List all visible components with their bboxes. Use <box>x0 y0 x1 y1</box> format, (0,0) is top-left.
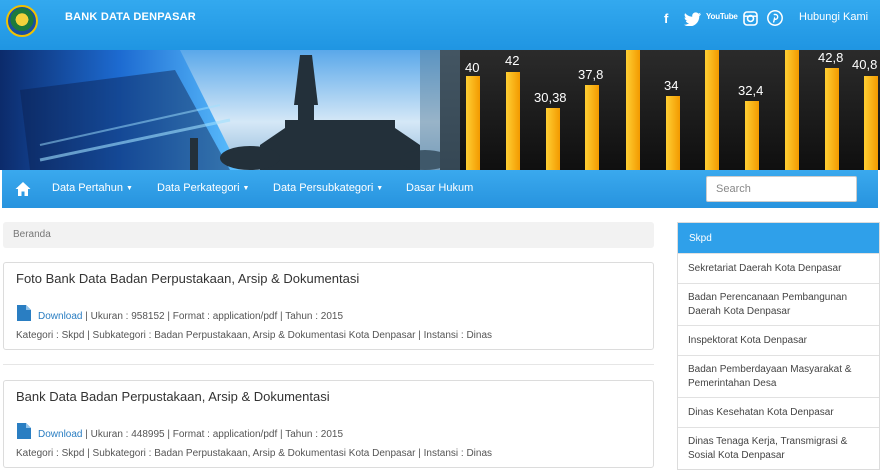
banner-bar <box>546 108 560 170</box>
download-link[interactable]: Download <box>38 311 82 322</box>
banner-bar <box>705 50 719 170</box>
banner-bar-label: 42 <box>505 53 519 68</box>
facebook-icon[interactable]: f <box>664 10 668 28</box>
banner-bar <box>825 68 839 170</box>
site-title[interactable]: BANK DATA DENPASAR <box>65 11 196 23</box>
banner-bar-label: 34 <box>664 78 678 93</box>
document-info: | Ukuran : 448995 | Format : application… <box>82 429 344 440</box>
nav-label: Data Pertahun <box>52 182 123 194</box>
breadcrumb[interactable]: Beranda <box>3 222 654 248</box>
document-category: Kategori : Skpd | Subkategori : Badan Pe… <box>16 448 493 459</box>
sidebar-item[interactable]: Inspektorat Kota Denpasar <box>678 325 879 355</box>
banner-bar <box>864 76 878 170</box>
nav-data-pertahun[interactable]: Data Pertahun ▼ <box>52 182 133 194</box>
caret-down-icon: ▼ <box>125 185 133 192</box>
download-link[interactable]: Download <box>38 429 82 440</box>
document-category: Kategori : Skpd | Subkategori : Badan Pe… <box>16 330 493 341</box>
nav-label: Data Perkategori <box>157 182 240 194</box>
main-navbar: Data Pertahun ▼ Data Perkategori ▼ Data Pe… <box>2 170 878 208</box>
document-card: Foto Bank Data Badan Perpustakaan, Arsip… <box>3 262 654 350</box>
document-meta: Download | Ukuran : 958152 | Format : ap… <box>38 311 343 322</box>
nav-data-persubkategori[interactable]: Data Persubkategori ▼ <box>273 182 383 194</box>
file-icon <box>17 305 31 321</box>
search-input[interactable] <box>706 176 857 202</box>
banner-illustration: 40 42 30,38 37,8 34 32,4 42,8 40,8 <box>0 50 880 170</box>
banner-bar-label: 32,4 <box>738 83 763 98</box>
sidebar-item[interactable]: Badan Pemberdayaan Masyarakat & Pemerint… <box>678 355 879 397</box>
contact-link[interactable]: Hubungi Kami <box>799 11 868 23</box>
banner-bar <box>585 85 599 170</box>
document-meta: Download | Ukuran : 448995 | Format : ap… <box>38 429 343 440</box>
caret-down-icon: ▼ <box>376 185 384 192</box>
sidebar-item[interactable]: Badan Perencanaan Pembangunan Daerah Kot… <box>678 283 879 325</box>
caret-down-icon: ▼ <box>242 185 250 192</box>
sidebar-item[interactable]: Sekretariat Daerah Kota Denpasar <box>678 253 879 283</box>
sidebar-item[interactable]: Dinas Tenaga Kerja, Transmigrasi & Sosia… <box>678 427 879 469</box>
sidebar-heading: Skpd <box>678 223 879 253</box>
divider <box>3 364 654 365</box>
pinterest-icon[interactable] <box>767 10 783 26</box>
banner-bar-label: 37,8 <box>578 67 603 82</box>
nav-data-perkategori[interactable]: Data Perkategori ▼ <box>157 182 249 194</box>
banner-bar-label: 40,8 <box>852 57 877 72</box>
banner-bar <box>466 76 480 170</box>
document-card: Bank Data Badan Perpustakaan, Arsip & Do… <box>3 380 654 468</box>
banner-bar-label: 42,8 <box>818 50 843 65</box>
youtube-icon[interactable]: YouTube <box>706 12 738 25</box>
file-icon <box>17 423 31 439</box>
nav-label: Data Persubkategori <box>273 182 374 194</box>
sidebar-item[interactable]: Dinas Kesehatan Kota Denpasar <box>678 397 879 427</box>
banner-bar <box>666 96 680 170</box>
home-icon[interactable] <box>14 180 32 198</box>
nav-label: Dasar Hukum <box>406 182 474 194</box>
banner-bar <box>785 50 799 170</box>
top-header-bar: BANK DATA DENPASAR f YouTube Hubungi Kam… <box>0 0 880 50</box>
twitter-icon[interactable] <box>684 12 702 26</box>
denpasar-logo[interactable] <box>6 5 38 37</box>
banner-bar <box>745 101 759 170</box>
nav-dasar-hukum[interactable]: Dasar Hukum <box>406 182 473 194</box>
banner-bar-label: 40 <box>465 60 479 75</box>
document-info: | Ukuran : 958152 | Format : application… <box>82 311 344 322</box>
banner-bar <box>626 50 640 170</box>
hero-banner: 40 42 30,38 37,8 34 32,4 42,8 40,8 <box>0 50 880 170</box>
document-title[interactable]: Bank Data Badan Perpustakaan, Arsip & Do… <box>16 389 330 404</box>
skpd-sidebar: Skpd Sekretariat Daerah Kota Denpasar Ba… <box>677 222 880 470</box>
instagram-icon[interactable] <box>743 11 758 26</box>
banner-bar <box>506 72 520 170</box>
document-title[interactable]: Foto Bank Data Badan Perpustakaan, Arsip… <box>16 271 359 286</box>
banner-bar-label: 30,38 <box>534 90 567 105</box>
